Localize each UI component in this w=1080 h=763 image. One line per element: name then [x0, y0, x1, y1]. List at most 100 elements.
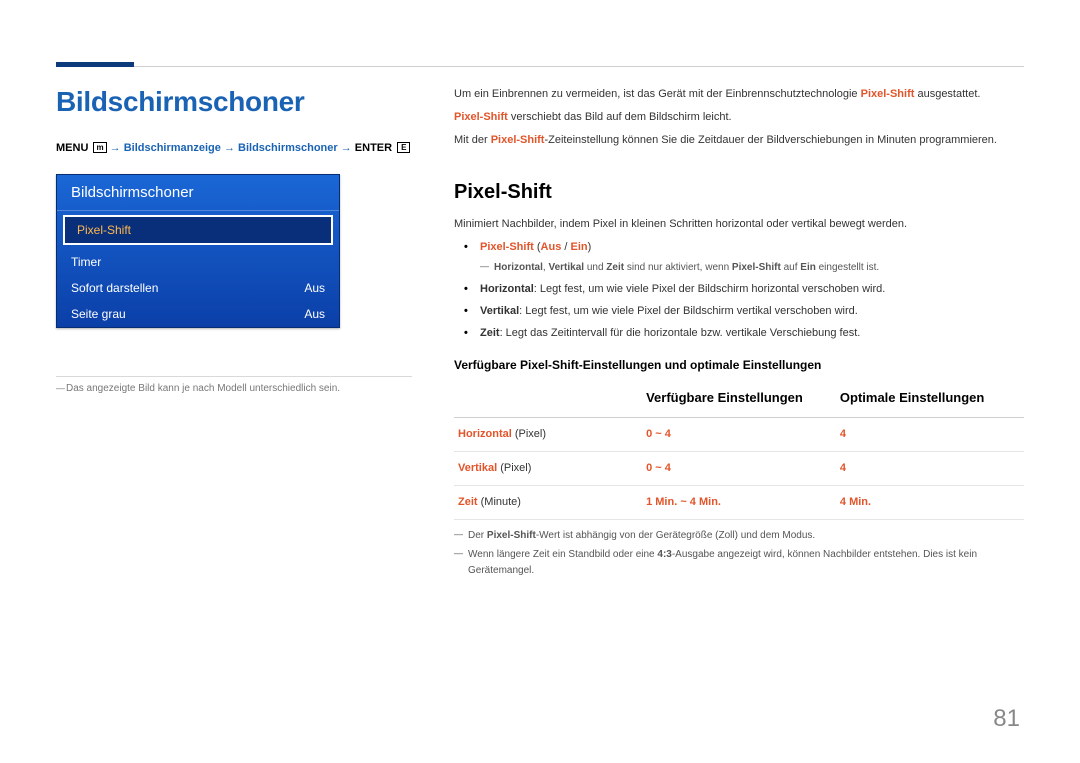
param-name: Zeit: [480, 327, 500, 339]
osd-row-pixel-shift[interactable]: Pixel-Shift: [63, 215, 333, 245]
osd-row-sidegray[interactable]: Seite grau Aus: [57, 301, 339, 327]
table-footnote-1: Der Pixel-Shift-Wert ist abhängig von de…: [454, 528, 1024, 544]
text: Mit der: [454, 134, 491, 146]
text: eingestellt ist.: [816, 262, 879, 273]
table-footnote-2: Wenn längere Zeit ein Standbild oder ein…: [454, 547, 1024, 578]
table-col-empty: [454, 382, 642, 417]
bullet-note: Horizontal, Vertikal und Zeit sind nur a…: [480, 260, 1024, 276]
term: Pixel-Shift: [732, 262, 781, 273]
intro-p2: Pixel-Shift verschiebt das Bild auf dem …: [454, 109, 1024, 126]
menu-path-prefix: MENU: [56, 142, 88, 154]
arrow-icon: →: [224, 142, 238, 154]
table-row: Horizontal (Pixel) 0 ~ 4 4: [454, 417, 1024, 451]
param-name: Vertikal: [458, 462, 497, 474]
text: : Legt fest, um wie viele Pixel der Bild…: [534, 283, 886, 295]
table-row: Zeit (Minute) 1 Min. ~ 4 Min. 4 Min.: [454, 485, 1024, 519]
term: 4:3: [657, 549, 671, 560]
osd-row-label: Seite grau: [71, 307, 126, 321]
arrow-icon: →: [110, 142, 124, 154]
param-cell: Vertikal (Pixel): [454, 451, 642, 485]
param-name: Horizontal: [480, 283, 534, 295]
section-lead: Minimiert Nachbilder, indem Pixel in kle…: [454, 216, 1024, 233]
text: auf: [781, 262, 800, 273]
table-col-available: Verfügbare Einstellungen: [642, 382, 836, 417]
term: Vertikal: [548, 262, 584, 273]
menu-path-suffix: ENTER: [355, 142, 392, 154]
optimal-cell: 4: [836, 451, 1024, 485]
bullet-item: Pixel-Shift (Aus / Ein) Horizontal, Vert…: [464, 239, 1024, 276]
table-row: Vertikal (Pixel) 0 ~ 4 4: [454, 451, 1024, 485]
param-unit: (Minute): [481, 496, 521, 508]
accent-bar: [56, 62, 134, 67]
osd-row-label: Timer: [71, 255, 101, 269]
text: -Zeiteinstellung können Sie die Zeitdaue…: [544, 134, 996, 146]
page-content: Bildschirmschoner MENU m → Bildschirmanz…: [56, 86, 1024, 582]
section-heading: Pixel-Shift: [454, 177, 1024, 208]
param-unit: (Pixel): [515, 428, 546, 440]
option-aus: Aus: [541, 241, 562, 253]
right-column: Um ein Einbrennen zu vermeiden, ist das …: [454, 86, 1024, 582]
param-cell: Horizontal (Pixel): [454, 417, 642, 451]
table-heading: Verfügbare Pixel-Shift-Einstellungen und…: [454, 356, 1024, 375]
term: Ein: [800, 262, 816, 273]
menu-icon: m: [93, 142, 106, 153]
bullet-item: Zeit: Legt das Zeitintervall für die hor…: [464, 325, 1024, 342]
param-name: Pixel-Shift: [480, 241, 534, 253]
text: verschiebt das Bild auf dem Bildschirm l…: [508, 111, 732, 123]
osd-row-label: Pixel-Shift: [77, 223, 131, 237]
arrow-icon: →: [341, 142, 355, 154]
text: -Wert ist abhängig von der Gerätegröße (…: [536, 530, 815, 541]
text: Der: [468, 530, 487, 541]
text: ausgestattet.: [914, 88, 980, 100]
available-cell: 0 ~ 4: [642, 417, 836, 451]
table-header-row: Verfügbare Einstellungen Optimale Einste…: [454, 382, 1024, 417]
left-footnote: Das angezeigte Bild kann je nach Modell …: [56, 383, 412, 394]
text: sind nur aktiviert, wenn: [624, 262, 732, 273]
optimal-cell: 4: [836, 417, 1024, 451]
optimal-cell: 4 Min.: [836, 485, 1024, 519]
table-col-optimal: Optimale Einstellungen: [836, 382, 1024, 417]
param-cell: Zeit (Minute): [454, 485, 642, 519]
menu-seg-2: Bildschirmschoner: [238, 142, 338, 154]
top-divider: [134, 66, 1024, 67]
osd-title: Bildschirmschoner: [57, 175, 339, 211]
term: Pixel-Shift: [487, 530, 536, 541]
term-pixel-shift: Pixel-Shift: [491, 134, 545, 146]
left-divider: [56, 376, 412, 377]
term: Zeit: [606, 262, 624, 273]
text: Um ein Einbrennen zu vermeiden, ist das …: [454, 88, 861, 100]
osd-row-value: Aus: [304, 307, 325, 321]
bullet-item: Horizontal: Legt fest, um wie viele Pixe…: [464, 281, 1024, 298]
term-pixel-shift: Pixel-Shift: [454, 111, 508, 123]
enter-icon: E: [397, 142, 410, 153]
text: Wenn längere Zeit ein Standbild oder ein…: [468, 549, 657, 560]
param-name: Vertikal: [480, 305, 519, 317]
osd-row-label: Sofort darstellen: [71, 281, 158, 295]
bullet-list: Pixel-Shift (Aus / Ein) Horizontal, Vert…: [464, 239, 1024, 342]
menu-path: MENU m → Bildschirmanzeige → Bildschirms…: [56, 142, 412, 154]
bullet-item: Vertikal: Legt fest, um wie viele Pixel …: [464, 303, 1024, 320]
param-name: Horizontal: [458, 428, 512, 440]
available-cell: 1 Min. ~ 4 Min.: [642, 485, 836, 519]
osd-panel: Bildschirmschoner Pixel-Shift Timer Sofo…: [56, 174, 340, 328]
osd-row-timer[interactable]: Timer: [57, 249, 339, 275]
intro-p1: Um ein Einbrennen zu vermeiden, ist das …: [454, 86, 1024, 103]
page-title: Bildschirmschoner: [56, 86, 412, 118]
text: ): [588, 241, 592, 253]
menu-seg-1: Bildschirmanzeige: [124, 142, 221, 154]
text: und: [584, 262, 606, 273]
param-unit: (Pixel): [500, 462, 531, 474]
param-name: Zeit: [458, 496, 478, 508]
available-cell: 0 ~ 4: [642, 451, 836, 485]
osd-row-immediate[interactable]: Sofort darstellen Aus: [57, 275, 339, 301]
text: : Legt das Zeitintervall für die horizon…: [500, 327, 861, 339]
settings-table: Verfügbare Einstellungen Optimale Einste…: [454, 382, 1024, 519]
osd-row-value: Aus: [304, 281, 325, 295]
text: : Legt fest, um wie viele Pixel der Bild…: [519, 305, 858, 317]
term: Horizontal: [494, 262, 543, 273]
intro-p3: Mit der Pixel-Shift-Zeiteinstellung könn…: [454, 132, 1024, 149]
left-column: Bildschirmschoner MENU m → Bildschirmanz…: [56, 86, 412, 582]
option-ein: Ein: [570, 241, 587, 253]
page-number: 81: [993, 705, 1020, 733]
term-pixel-shift: Pixel-Shift: [861, 88, 915, 100]
